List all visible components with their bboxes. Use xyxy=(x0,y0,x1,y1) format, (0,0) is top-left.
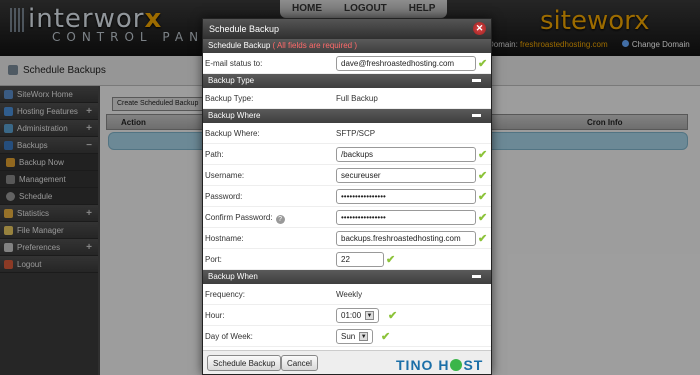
section-backup-when: Backup When xyxy=(203,270,491,284)
section-title: Backup Where xyxy=(208,111,261,120)
tinohost-watermark: TINO H ST xyxy=(396,357,484,373)
check-icon: ✔ xyxy=(381,331,391,343)
path-row: Path: ✔ xyxy=(203,144,491,165)
section-backup-type: Backup Type xyxy=(203,74,491,88)
backup-where-label: Backup Where: xyxy=(205,129,260,138)
required-note: ( All fields are required ) xyxy=(272,41,357,50)
hour-label: Hour: xyxy=(205,311,225,320)
password-label: Password: xyxy=(205,192,243,201)
chevron-down-icon[interactable]: ▼ xyxy=(359,332,369,341)
hour-row: Hour: 01:00 ▼ ✔ xyxy=(203,305,491,326)
password-row: Password: ✔ xyxy=(203,186,491,207)
username-row: Username: ✔ xyxy=(203,165,491,186)
path-field[interactable] xyxy=(336,147,476,162)
port-row: Port: ✔ xyxy=(203,249,491,270)
section-title: Backup When xyxy=(208,272,258,281)
schedule-backup-dialog: Schedule Backup ✕ Schedule Backup ( All … xyxy=(202,18,492,375)
backup-type-label: Backup Type: xyxy=(205,94,254,103)
section-title: Schedule Backup xyxy=(208,41,271,50)
watermark-right: ST xyxy=(463,357,484,373)
chevron-down-icon[interactable]: ▼ xyxy=(365,311,375,320)
day-of-week-row: Day of Week: Sun ▼ ✔ xyxy=(203,326,491,347)
port-field[interactable] xyxy=(336,252,384,267)
day-of-week-select[interactable]: Sun ▼ xyxy=(336,329,374,344)
username-field[interactable] xyxy=(336,168,476,183)
frequency-row: Frequency: Weekly xyxy=(203,284,491,305)
globe-icon xyxy=(450,359,463,371)
cancel-button[interactable]: Cancel xyxy=(281,355,318,371)
port-label: Port: xyxy=(205,255,222,264)
hostname-field[interactable] xyxy=(336,231,476,246)
backup-where-value: SFTP/SCP xyxy=(336,129,376,138)
backup-type-value: Full Backup xyxy=(336,94,378,103)
hostname-label: Hostname: xyxy=(205,234,244,243)
help-icon[interactable]: ? xyxy=(275,215,285,224)
check-icon: ✔ xyxy=(478,149,488,161)
check-icon: ✔ xyxy=(478,58,488,70)
frequency-label: Frequency: xyxy=(205,290,246,299)
dialog-title-bar: Schedule Backup ✕ xyxy=(203,19,491,39)
collapse-icon[interactable] xyxy=(472,79,481,82)
confirm-password-label: Confirm Password:? xyxy=(205,213,285,224)
path-label: Path: xyxy=(205,150,224,159)
confirm-password-row: Confirm Password:? ✔ xyxy=(203,207,491,228)
day-of-week-label: Day of Week: xyxy=(205,332,253,341)
day-of-week-value: Sun xyxy=(341,332,356,341)
check-icon: ✔ xyxy=(478,233,488,245)
check-icon: ✔ xyxy=(478,170,488,182)
backup-type-row: Backup Type: Full Backup xyxy=(203,88,491,109)
email-label: E-mail status to: xyxy=(205,59,263,68)
section-schedule-backup: Schedule Backup ( All fields are require… xyxy=(203,39,491,53)
frequency-value: Weekly xyxy=(336,290,363,299)
collapse-icon[interactable] xyxy=(472,275,481,278)
confirm-password-field[interactable] xyxy=(336,210,476,225)
collapse-icon[interactable] xyxy=(472,114,481,117)
close-icon[interactable]: ✕ xyxy=(473,22,486,35)
schedule-backup-button[interactable]: Schedule Backup xyxy=(207,355,282,371)
email-field[interactable] xyxy=(336,56,476,71)
password-field[interactable] xyxy=(336,189,476,204)
confirm-password-label-text: Confirm Password: xyxy=(205,213,273,222)
section-title: Backup Type xyxy=(208,76,255,85)
check-icon: ✔ xyxy=(386,254,396,266)
hour-select[interactable]: 01:00 ▼ xyxy=(336,308,380,323)
hour-value: 01:00 xyxy=(341,311,362,320)
section-backup-where: Backup Where xyxy=(203,109,491,123)
watermark-left: TINO xyxy=(396,357,434,373)
hostname-row: Hostname: ✔ xyxy=(203,228,491,249)
username-label: Username: xyxy=(205,171,245,180)
dialog-title: Schedule Backup xyxy=(209,24,280,34)
check-icon: ✔ xyxy=(388,310,398,322)
check-icon: ✔ xyxy=(478,212,488,224)
backup-where-row: Backup Where: SFTP/SCP xyxy=(203,123,491,144)
check-icon: ✔ xyxy=(478,191,488,203)
email-row: E-mail status to: ✔ xyxy=(203,53,491,74)
